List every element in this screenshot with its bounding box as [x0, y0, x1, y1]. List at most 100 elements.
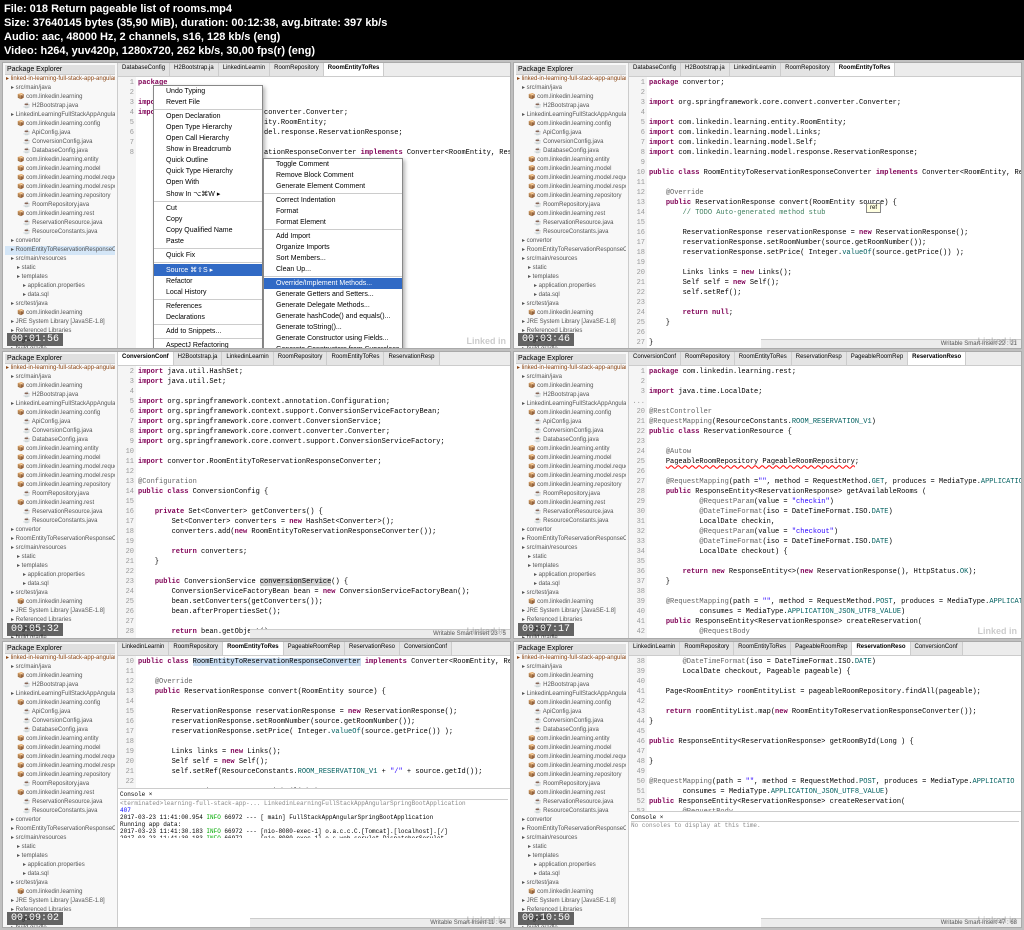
timestamp: 00:09:02 — [7, 912, 63, 925]
editor-tab[interactable]: DatabaseConfig — [629, 63, 681, 76]
editor-tab[interactable]: H2Bootstrap.ja — [681, 63, 730, 76]
menu-item[interactable]: Undo Typing — [154, 86, 262, 97]
screenshot-3: Package Explorer ▸ linked-in-learning-fu… — [2, 351, 511, 638]
watermark: Linked in — [466, 915, 506, 925]
package-explorer[interactable]: Package Explorer ▸ linked-in-learning-fu… — [3, 352, 118, 637]
menu-item[interactable]: Open Declaration — [154, 111, 262, 122]
menu-item[interactable]: Generate Element Comment — [264, 181, 402, 192]
menu-item[interactable]: Show In ⌥⌘W ▸ — [154, 188, 262, 200]
package-explorer[interactable]: Package Explorer ▸ linked-in-learning-fu… — [514, 642, 629, 927]
menu-item[interactable]: Refactor — [154, 276, 262, 287]
menu-item[interactable]: Organize Imports — [264, 242, 402, 253]
menu-item[interactable]: Generate toString()... — [264, 322, 402, 333]
menu-item[interactable]: Add to Snippets... — [154, 326, 262, 337]
timestamp: 00:03:46 — [518, 333, 574, 346]
menu-item[interactable]: Generate Delegate Methods... — [264, 300, 402, 311]
menu-item[interactable]: Open Call Hierarchy — [154, 133, 262, 144]
console-view[interactable]: Console × <terminated>learning-full-stac… — [118, 788, 510, 838]
editor-tab[interactable]: LinkedinLearnin — [222, 352, 273, 365]
menu-item[interactable]: Open Type Hierarchy — [154, 122, 262, 133]
editor-tab[interactable]: RoomEntityToRes — [735, 352, 792, 365]
menu-item[interactable]: Quick Fix — [154, 250, 262, 261]
menu-item[interactable]: Quick Type Hierarchy — [154, 166, 262, 177]
media-info-header: File: 018 Return pageable list of rooms.… — [0, 0, 1024, 60]
editor-tab[interactable]: RoomRepository — [781, 63, 835, 76]
timestamp: 00:01:56 — [7, 333, 63, 346]
editor-tab[interactable]: RoomRepository — [270, 63, 324, 76]
editor-tab[interactable]: LinkedinLearnin — [118, 642, 169, 655]
menu-item[interactable]: Format Element — [264, 217, 402, 228]
menu-item[interactable]: Open With — [154, 177, 262, 188]
menu-item[interactable]: Sort Members... — [264, 253, 402, 264]
console-view[interactable]: Console × No consoles to display at this… — [629, 811, 1021, 861]
timestamp: 00:05:32 — [7, 623, 63, 636]
menu-item[interactable]: Remove Block Comment — [264, 170, 402, 181]
thumbnail-grid: Package Explorer ▸ linked-in-learning-fu… — [0, 60, 1024, 930]
editor-tab[interactable]: RoomEntityToRes — [223, 642, 284, 655]
editor-tab[interactable]: LinkedinLearnin — [730, 63, 781, 76]
context-menu[interactable]: Undo TypingRevert FileOpen DeclarationOp… — [153, 85, 263, 349]
menu-item[interactable]: Declarations — [154, 312, 262, 323]
editor-tab[interactable]: RoomRepository — [680, 642, 734, 655]
menu-item[interactable]: Format — [264, 206, 402, 217]
menu-item[interactable]: Override/Implement Methods... — [264, 278, 402, 289]
editor-tab[interactable]: DatabaseConfig — [118, 63, 170, 76]
screenshot-4: Package Explorer ▸ linked-in-learning-fu… — [513, 351, 1022, 638]
watermark: Linked in — [977, 336, 1017, 346]
watermark: Linked in — [466, 336, 506, 346]
menu-item[interactable]: Paste — [154, 236, 262, 247]
editor-tab[interactable]: ReservationReso — [345, 642, 400, 655]
watermark: Linked in — [977, 915, 1017, 925]
editor-tab[interactable]: RoomRepository — [681, 352, 735, 365]
menu-item[interactable]: Quick Outline — [154, 155, 262, 166]
editor-tab[interactable]: ReservationResp — [384, 352, 439, 365]
editor-tab[interactable]: ReservationResp — [792, 352, 847, 365]
menu-item[interactable]: Show in Breadcrumb — [154, 144, 262, 155]
editor-tab[interactable]: RoomEntityToRes — [327, 352, 384, 365]
package-explorer[interactable]: Package Explorer ▸ linked-in-learning-fu… — [3, 63, 118, 348]
editor-tab[interactable]: PageableRoomRep — [284, 642, 345, 655]
package-explorer[interactable]: Package Explorer ▸ linked-in-learning-fu… — [514, 352, 629, 637]
menu-item[interactable]: Copy — [154, 214, 262, 225]
editor-tab[interactable]: H2Bootstrap.ja — [170, 63, 219, 76]
menu-item[interactable]: Local History — [154, 287, 262, 298]
editor-tab[interactable]: ConversionConf — [400, 642, 452, 655]
editor-tab[interactable]: RoomEntityToRes — [734, 642, 791, 655]
editor-tab[interactable]: ConversionConf — [911, 642, 963, 655]
screenshot-2: Package Explorer ▸ linked-in-learning-fu… — [513, 62, 1022, 349]
editor-tab[interactable]: PageableRoomRep — [791, 642, 852, 655]
editor-tab[interactable]: RoomRepository — [274, 352, 328, 365]
menu-item[interactable]: Add Import — [264, 231, 402, 242]
editor-tab[interactable]: PageableRoomRep — [847, 352, 908, 365]
screenshot-5: Package Explorer ▸ linked-in-learning-fu… — [2, 641, 511, 928]
watermark: Linked in — [977, 626, 1017, 636]
menu-item[interactable]: Clean Up... — [264, 264, 402, 275]
editor-tab[interactable]: H2Bootstrap.ja — [174, 352, 223, 365]
editor-tab[interactable]: ReservationReso — [852, 642, 910, 655]
editor-tab[interactable]: RoomEntityToRes — [835, 63, 896, 76]
menu-item[interactable]: Revert File — [154, 97, 262, 108]
menu-item[interactable]: Generate Constructor using Fields... — [264, 333, 402, 344]
menu-item[interactable]: References — [154, 301, 262, 312]
menu-item[interactable]: Generate hashCode() and equals()... — [264, 311, 402, 322]
package-explorer[interactable]: Package Explorer ▸ linked-in-learning-fu… — [514, 63, 629, 348]
editor-tab[interactable]: LinkedinLearnin — [219, 63, 270, 76]
package-explorer[interactable]: Package Explorer ▸ linked-in-learning-fu… — [3, 642, 118, 927]
editor-tab[interactable]: ConversionConf — [629, 352, 681, 365]
editor-tab[interactable]: LinkedinLearnin — [629, 642, 680, 655]
menu-item[interactable]: Toggle Comment — [264, 159, 402, 170]
screenshot-6: Package Explorer ▸ linked-in-learning-fu… — [513, 641, 1022, 928]
menu-item[interactable]: Copy Qualified Name — [154, 225, 262, 236]
menu-item[interactable]: AspectJ Refactoring — [154, 340, 262, 349]
editor-tab[interactable]: RoomRepository — [169, 642, 223, 655]
timestamp: 00:07:17 — [518, 623, 574, 636]
editor-tab[interactable]: ConversionConf — [118, 352, 174, 365]
editor-tab[interactable]: RoomEntityToRes — [324, 63, 385, 76]
menu-item[interactable]: Generate Getters and Setters... — [264, 289, 402, 300]
menu-item[interactable]: Correct Indentation — [264, 195, 402, 206]
menu-item[interactable]: Cut — [154, 203, 262, 214]
menu-item[interactable]: Generate Constructors from Superclass... — [264, 344, 402, 349]
source-submenu[interactable]: Toggle CommentRemove Block CommentGenera… — [263, 158, 403, 349]
menu-item[interactable]: Source ⌘⇧S ▸ — [154, 264, 262, 276]
editor-tab[interactable]: ReservationReso — [908, 352, 966, 365]
